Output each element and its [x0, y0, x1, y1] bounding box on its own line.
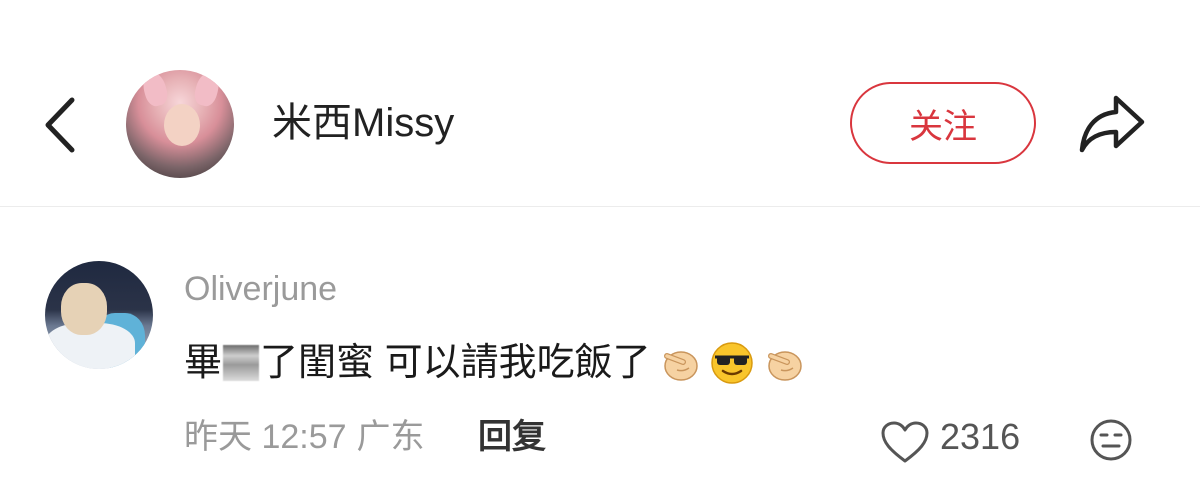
- like-count: 2316: [940, 416, 1021, 457]
- comment-text-part2: 了閨蜜 可以請我吃飯了: [260, 342, 651, 384]
- point-emoji-icon: [767, 351, 802, 381]
- avatar-head: [61, 283, 107, 335]
- comment-item: Oliverjune 畢 了閨蜜 可以請我吃飯了 昨天 12:57广东 回复: [0, 207, 1200, 494]
- sunglasses-emoji-icon: [710, 342, 753, 384]
- commenter-avatar[interactable]: [45, 261, 153, 369]
- author-avatar[interactable]: [126, 70, 234, 178]
- commenter-username[interactable]: Oliverjune: [184, 269, 337, 309]
- share-icon[interactable]: [1076, 90, 1148, 156]
- comment-location: 广东: [356, 418, 425, 456]
- avatar-face: [164, 104, 200, 146]
- post-header: 米西Missy 关注: [0, 0, 1200, 206]
- avatar-ear-right: [191, 70, 223, 109]
- heart-icon[interactable]: [880, 420, 930, 464]
- redacted-character: [223, 345, 260, 381]
- comment-time: 昨天 12:57: [184, 418, 347, 456]
- comment-text-part1: 畢: [184, 342, 223, 384]
- author-name[interactable]: 米西Missy: [272, 100, 454, 146]
- reply-button[interactable]: 回复: [478, 417, 546, 457]
- back-icon[interactable]: [36, 90, 86, 160]
- follow-button[interactable]: 关注: [850, 82, 1036, 164]
- point-emoji-icon: [663, 351, 698, 381]
- comment-text: 畢 了閨蜜 可以請我吃飯了: [184, 340, 807, 386]
- comment-meta: 昨天 12:57 广东: [184, 417, 425, 457]
- avatar-ear-left: [139, 70, 171, 109]
- expressionless-face-icon[interactable]: [1088, 417, 1134, 463]
